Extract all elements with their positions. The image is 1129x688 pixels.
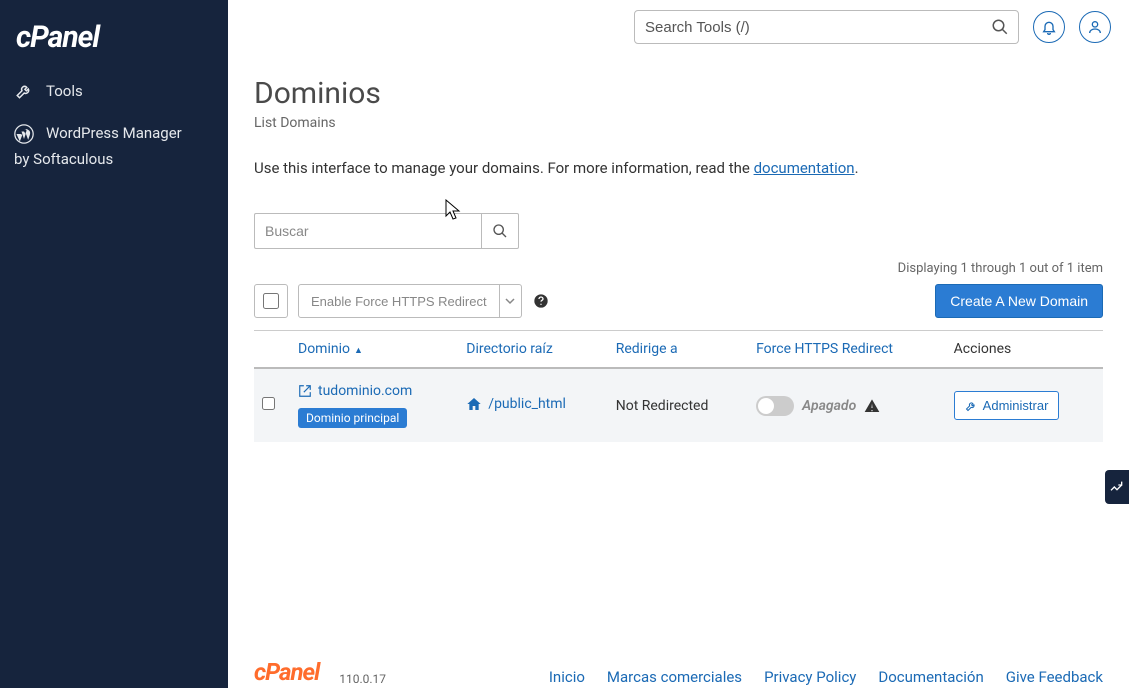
search-input[interactable]: [634, 10, 1019, 44]
col-actions: Acciones: [946, 331, 1103, 369]
page-subtitle: List Domains: [254, 115, 1103, 131]
col-https[interactable]: Force HTTPS Redirect: [748, 331, 946, 369]
tools-icon: [14, 81, 34, 101]
sidebar-item-label: Tools: [46, 82, 83, 100]
sidebar: cPanel Tools WordPress Manager by Softac…: [0, 0, 228, 688]
footer-link-marcas[interactable]: Marcas comerciales: [607, 668, 742, 686]
footer-link-privacy[interactable]: Privacy Policy: [764, 668, 856, 686]
col-redirect[interactable]: Redirige a: [608, 331, 748, 369]
notifications-button[interactable]: [1033, 11, 1065, 43]
footer-links: Inicio Marcas comerciales Privacy Policy…: [549, 668, 1103, 686]
search-icon: [492, 223, 508, 239]
stats-tab[interactable]: [1105, 470, 1129, 504]
wordpress-icon: [14, 124, 34, 144]
sidebar-item-tools[interactable]: Tools: [0, 71, 228, 111]
row-checkbox[interactable]: [262, 397, 275, 410]
https-toggle-wrap: Apagado: [756, 396, 938, 416]
filter-row: [254, 213, 1103, 249]
primary-domain-badge: Dominio principal: [298, 408, 407, 428]
sidebar-item-wordpress[interactable]: WordPress Manager by Softaculous: [0, 111, 228, 182]
bulk-https-button[interactable]: Enable Force HTTPS Redirect: [298, 284, 500, 318]
wrench-icon: [965, 400, 977, 412]
col-domain[interactable]: Dominio: [290, 331, 458, 369]
intro-suffix: .: [855, 159, 859, 177]
brand-logo[interactable]: cPanel: [0, 0, 228, 71]
domain-name: tudominio.com: [318, 383, 412, 399]
https-toggle-label: Apagado: [802, 398, 856, 414]
page-title: Dominios: [254, 76, 1103, 111]
select-all-container: [254, 284, 288, 318]
domain-link[interactable]: tudominio.com: [298, 383, 412, 399]
search-container: [634, 10, 1019, 44]
manage-label: Administrar: [983, 398, 1049, 413]
action-bar: Enable Force HTTPS Redirect Create A New…: [254, 284, 1103, 318]
search-button[interactable]: [991, 16, 1013, 38]
help-icon[interactable]: [532, 292, 550, 310]
footer: cPanel 110.0.17 Inicio Marcas comerciale…: [228, 648, 1129, 688]
intro-text: Use this interface to manage your domain…: [254, 159, 1103, 177]
footer-brand-logo: cPanel: [254, 658, 319, 686]
bulk-https-dropdown[interactable]: [500, 284, 522, 318]
user-icon: [1087, 19, 1103, 35]
table-row: tudominio.com Dominio principal /public_…: [254, 368, 1103, 442]
sidebar-item-sublabel: by Softaculous: [14, 147, 214, 173]
warning-icon: [864, 398, 880, 414]
select-all-checkbox[interactable]: [263, 293, 279, 309]
manage-button[interactable]: Administrar: [954, 391, 1060, 420]
bulk-action-group: Enable Force HTTPS Redirect: [298, 284, 522, 318]
create-domain-button[interactable]: Create A New Domain: [935, 284, 1103, 318]
result-count: Displaying 1 through 1 out of 1 item: [254, 261, 1103, 276]
brand-text: cPanel: [16, 20, 99, 55]
documentation-link[interactable]: documentation: [754, 159, 855, 177]
https-toggle[interactable]: [756, 396, 794, 416]
filter-search-button[interactable]: [481, 213, 519, 249]
filter-input[interactable]: [254, 213, 481, 249]
external-link-icon: [298, 384, 312, 398]
document-root-text: /public_html: [488, 396, 566, 412]
home-icon: [466, 396, 482, 412]
footer-link-docs[interactable]: Documentación: [878, 668, 983, 686]
footer-link-feedback[interactable]: Give Feedback: [1006, 668, 1103, 686]
question-icon: [533, 293, 549, 309]
document-root-link[interactable]: /public_html: [466, 396, 566, 412]
search-icon: [991, 18, 1009, 36]
redirect-cell: Not Redirected: [608, 368, 748, 442]
topbar: [228, 0, 1129, 54]
footer-version: 110.0.17: [339, 672, 386, 686]
stats-icon: [1109, 479, 1125, 495]
user-button[interactable]: [1079, 11, 1111, 43]
main-content: Dominios List Domains Use this interface…: [228, 54, 1129, 648]
bell-icon: [1041, 19, 1057, 35]
col-root[interactable]: Directorio raíz: [458, 331, 607, 369]
chevron-down-icon: [505, 296, 515, 306]
domains-table: Dominio Directorio raíz Redirige a Force…: [254, 330, 1103, 442]
intro-prefix: Use this interface to manage your domain…: [254, 159, 754, 177]
footer-link-inicio[interactable]: Inicio: [549, 668, 585, 686]
sidebar-item-label: WordPress Manager: [46, 121, 182, 147]
